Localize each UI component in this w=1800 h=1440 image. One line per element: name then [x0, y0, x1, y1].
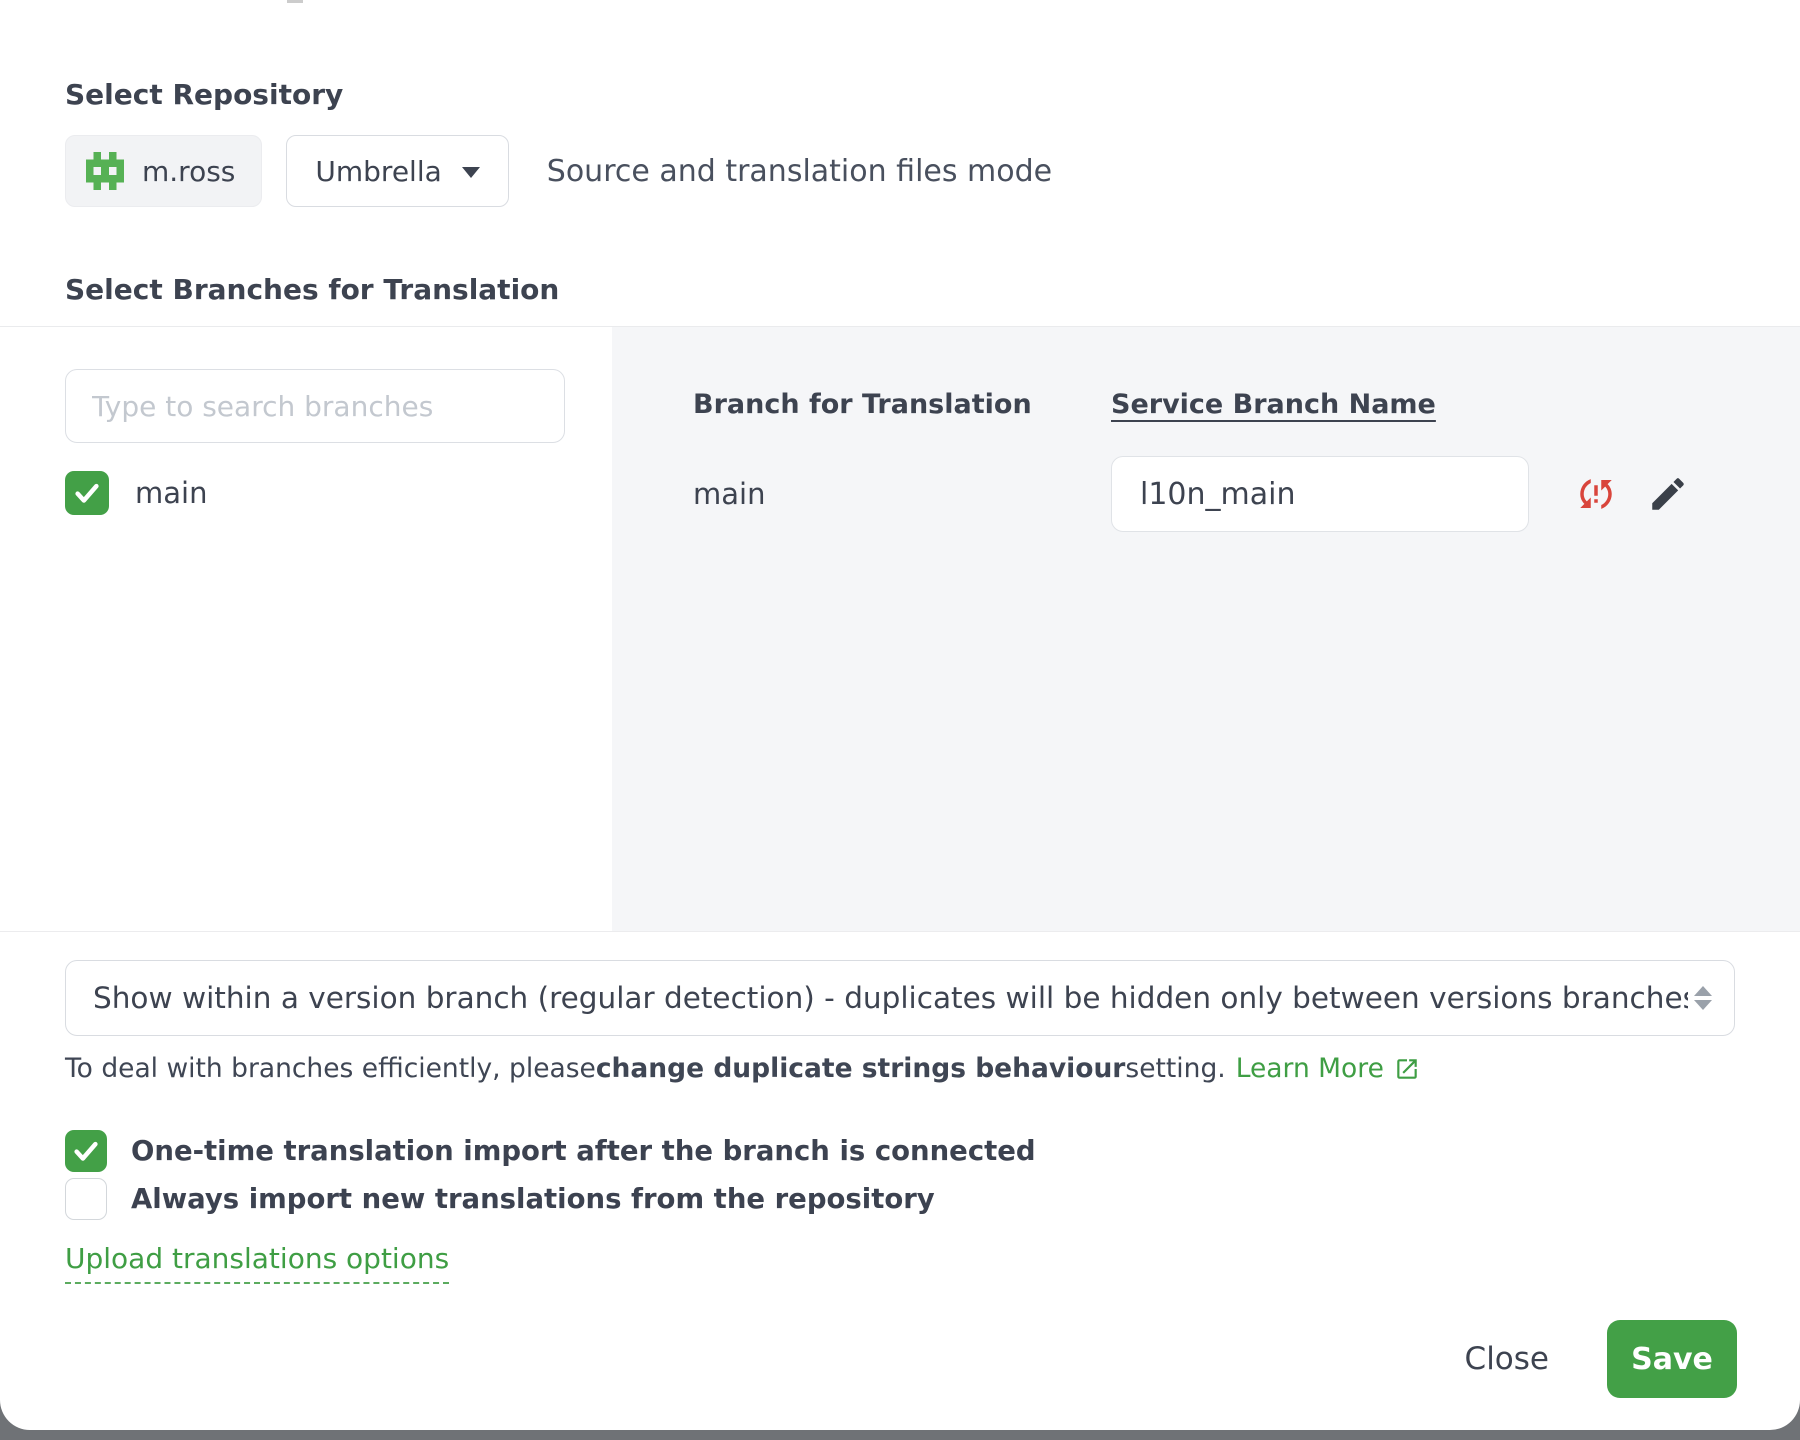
always-import-option[interactable]: Always import new translations from the … [65, 1178, 1735, 1220]
close-button[interactable]: Close [1465, 1341, 1549, 1377]
mapping-table-headers: Branch for Translation Service Branch Na… [693, 389, 1800, 420]
external-link-icon [1394, 1056, 1420, 1082]
note-suffix: setting. [1125, 1053, 1225, 1084]
duplicate-strings-select[interactable]: Show within a version branch (regular de… [65, 960, 1735, 1036]
identicon-avatar [86, 152, 124, 190]
one-time-import-option[interactable]: One-time translation import after the br… [65, 1130, 1735, 1172]
branch-for-translation-header: Branch for Translation [693, 389, 1111, 420]
repository-row: m.ross Umbrella Source and translation f… [0, 135, 1800, 207]
repository-dropdown[interactable]: Umbrella [286, 135, 508, 207]
one-time-import-checkbox[interactable] [65, 1130, 107, 1172]
duplicates-note: To deal with branches efficiently, pleas… [0, 1053, 1800, 1084]
always-import-checkbox[interactable] [65, 1178, 107, 1220]
top-edge-artifact [287, 0, 303, 3]
chevron-down-icon [462, 167, 480, 178]
learn-more-label: Learn More [1236, 1053, 1384, 1084]
mapping-table-row: main [693, 456, 1800, 532]
edit-service-branch-button[interactable] [1647, 473, 1689, 515]
upload-translations-options-link[interactable]: Upload translations options [65, 1242, 449, 1284]
connect-repository-dialog: Select Repository m.ross Umbrella Source… [0, 0, 1800, 1430]
mapping-branch-label: main [693, 477, 1111, 511]
dialog-footer: Close Save [0, 1320, 1800, 1398]
import-options: One-time translation import after the br… [0, 1130, 1800, 1284]
sync-problem-icon [1575, 473, 1617, 515]
branch-list-panel: main [0, 327, 612, 931]
service-branch-name-header[interactable]: Service Branch Name [1111, 389, 1436, 420]
checkbox-check-icon [72, 478, 102, 508]
branches-section: main Branch for Translation Service Bran… [0, 326, 1800, 932]
branch-checkbox[interactable] [65, 471, 109, 515]
select-stepper-icon [1694, 986, 1712, 1010]
branch-search-input[interactable] [65, 369, 565, 443]
always-import-label: Always import new translations from the … [131, 1183, 935, 1215]
duplicate-strings-select-value: Show within a version branch (regular de… [93, 981, 1688, 1015]
branch-list-item-main[interactable]: main [65, 471, 612, 515]
one-time-import-label: One-time translation import after the br… [131, 1135, 1036, 1167]
select-repository-heading: Select Repository [0, 0, 1800, 111]
note-prefix: To deal with branches efficiently, pleas… [65, 1053, 596, 1084]
account-name: m.ross [142, 155, 235, 188]
pencil-icon [1647, 473, 1689, 515]
files-mode-text: Source and translation files mode [547, 154, 1052, 189]
branch-mapping-panel: Branch for Translation Service Branch Na… [612, 327, 1800, 931]
branch-name-label: main [135, 476, 207, 510]
select-branches-heading: Select Branches for Translation [0, 273, 1800, 326]
service-branch-input[interactable] [1111, 456, 1529, 532]
note-bold: change duplicate strings behaviour [596, 1053, 1126, 1084]
repository-dropdown-value: Umbrella [315, 155, 441, 188]
save-button[interactable]: Save [1607, 1320, 1737, 1398]
sync-problem-button[interactable] [1575, 473, 1617, 515]
repository-account-chip[interactable]: m.ross [65, 135, 262, 207]
checkbox-check-icon [71, 1136, 101, 1166]
learn-more-link[interactable]: Learn More [1236, 1053, 1420, 1084]
